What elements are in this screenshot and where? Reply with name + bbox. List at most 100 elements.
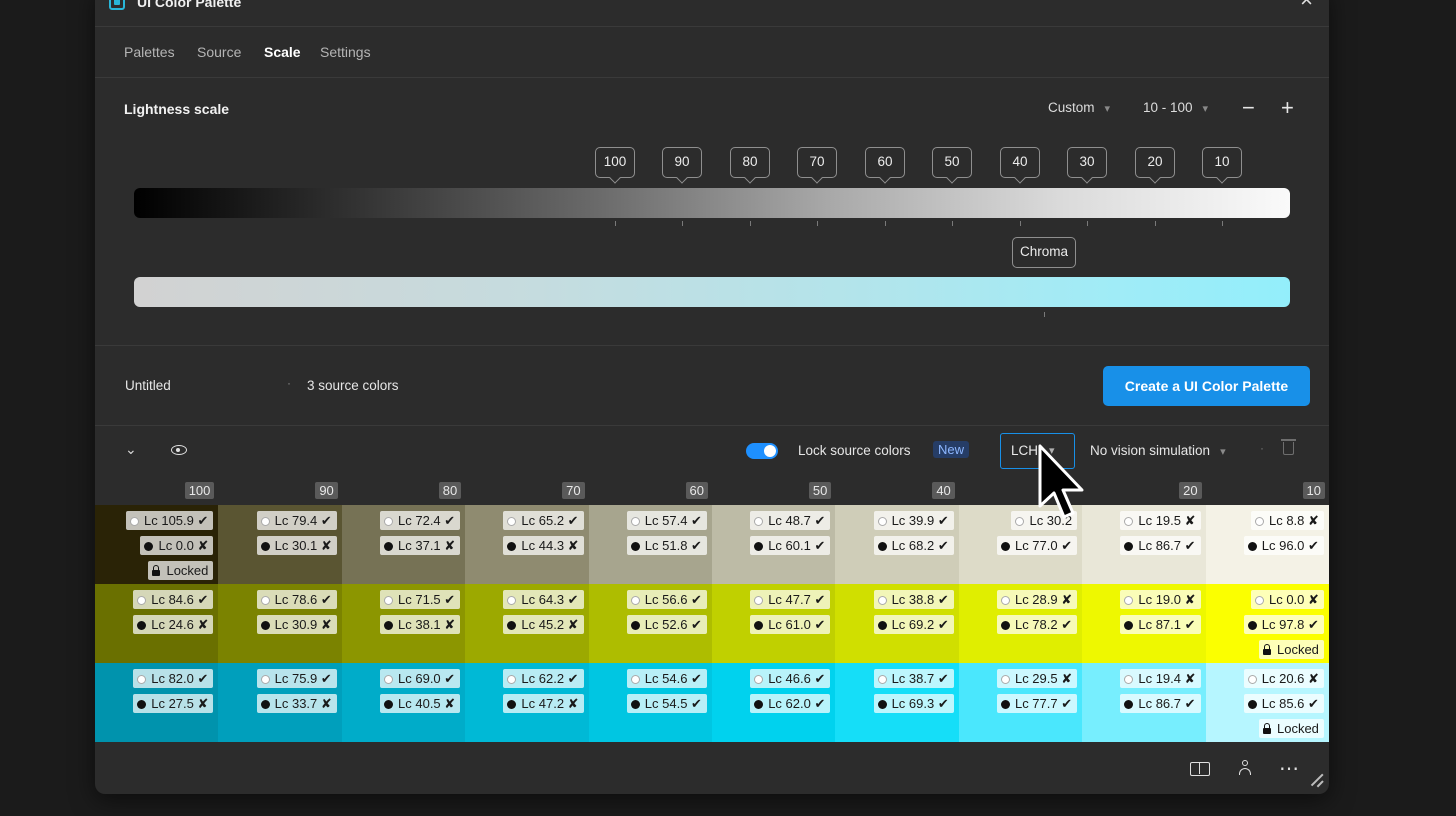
contrast-black-label: Lc 60.1 ✔ bbox=[750, 536, 831, 555]
contrast-black-label: Lc 51.8 ✔ bbox=[626, 536, 707, 555]
color-swatch[interactable]: Lc 28.9 ✘ Lc 78.2 ✔ bbox=[958, 584, 1083, 663]
color-swatch[interactable]: Lc 71.5 ✔ Lc 38.1 ✘ bbox=[341, 584, 466, 663]
color-swatch[interactable]: Lc 38.7 ✔ Lc 69.3 ✔ bbox=[835, 663, 959, 742]
contrast-black-value: Lc 68.2 ✔ bbox=[891, 538, 949, 553]
contrast-black-label: Lc 38.1 ✘ bbox=[380, 615, 461, 634]
contrast-white-label: Lc 38.8 ✔ bbox=[873, 590, 954, 609]
contrast-white-value: Lc 64.3 ✔ bbox=[521, 592, 579, 607]
grid-header-cell: 50 bbox=[712, 480, 835, 504]
lightness-gradient-bar[interactable] bbox=[134, 188, 1290, 218]
chroma-gradient-bar[interactable] bbox=[134, 277, 1290, 307]
vision-simulation-select[interactable]: No vision simulation ▾ bbox=[1090, 443, 1226, 458]
color-swatch[interactable]: Lc 62.2 ✔ Lc 47.2 ✘ bbox=[465, 663, 589, 742]
black-dot-icon bbox=[1247, 542, 1257, 551]
black-dot-icon bbox=[507, 621, 517, 630]
lock-icon bbox=[1262, 644, 1271, 655]
user-icon[interactable] bbox=[1239, 760, 1251, 776]
color-swatch[interactable]: Lc 19.5 ✘ Lc 86.7 ✔ bbox=[1082, 505, 1206, 584]
lightness-stop-70[interactable]: 70 bbox=[797, 147, 837, 178]
white-dot-icon bbox=[1124, 596, 1134, 605]
contrast-white-value: Lc 78.6 ✔ bbox=[274, 592, 332, 607]
lightness-stop-30[interactable]: 30 bbox=[1067, 147, 1107, 178]
color-swatch[interactable]: Lc 30.2 Lc 77.0 ✔ bbox=[958, 505, 1083, 584]
lightness-stop-40[interactable]: 40 bbox=[1000, 147, 1040, 178]
color-swatch[interactable]: Lc 72.4 ✔ Lc 37.1 ✘ bbox=[341, 505, 466, 584]
color-swatch[interactable]: Lc 84.6 ✔ Lc 24.6 ✘ bbox=[95, 584, 219, 663]
chroma-handle[interactable]: Chroma bbox=[1012, 237, 1076, 268]
white-dot-icon bbox=[630, 596, 640, 605]
lightness-stop-80[interactable]: 80 bbox=[730, 147, 770, 178]
grid-header-cell: 10 bbox=[1206, 480, 1329, 504]
color-swatch[interactable]: Lc 39.9 ✔ Lc 68.2 ✔ bbox=[835, 505, 959, 584]
color-swatch[interactable]: Lc 38.8 ✔ Lc 69.2 ✔ bbox=[835, 584, 959, 663]
black-dot-icon bbox=[630, 621, 640, 630]
more-icon[interactable]: ⋯ bbox=[1279, 756, 1300, 781]
white-dot-icon bbox=[1247, 675, 1257, 684]
color-swatch[interactable]: Lc 48.7 ✔ Lc 60.1 ✔ bbox=[711, 505, 836, 584]
white-dot-icon bbox=[137, 675, 147, 684]
color-swatch[interactable]: Lc 8.8 ✘ Lc 96.0 ✔ bbox=[1205, 505, 1329, 584]
scale-preset-dropdown[interactable]: Custom ▾ bbox=[1048, 100, 1110, 115]
lightness-stop-10[interactable]: 10 bbox=[1202, 147, 1242, 178]
tab-palettes[interactable]: Palettes bbox=[124, 44, 175, 60]
lightness-stop-50[interactable]: 50 bbox=[932, 147, 972, 178]
color-swatch[interactable]: Lc 19.0 ✘ Lc 87.1 ✔ bbox=[1082, 584, 1206, 663]
contrast-white-value: Lc 79.4 ✔ bbox=[274, 513, 332, 528]
remove-stop-button[interactable]: − bbox=[1242, 97, 1255, 119]
lightness-stop-100[interactable]: 100 bbox=[595, 147, 635, 178]
black-dot-icon bbox=[1000, 542, 1010, 551]
color-swatch[interactable]: Lc 46.6 ✔ Lc 62.0 ✔ bbox=[711, 663, 836, 742]
white-dot-icon bbox=[384, 517, 394, 526]
contrast-white-value: Lc 30.2 bbox=[1029, 513, 1073, 528]
color-swatch[interactable]: Lc 19.4 ✘ Lc 86.7 ✔ bbox=[1082, 663, 1206, 742]
lightness-tick bbox=[1020, 221, 1021, 226]
tab-source[interactable]: Source bbox=[197, 44, 241, 60]
contrast-white-label: Lc 0.0 ✘ bbox=[1250, 590, 1324, 609]
contrast-white-value: Lc 105.9 ✔ bbox=[144, 513, 209, 528]
contrast-black-label: Lc 86.7 ✔ bbox=[1120, 536, 1201, 555]
tab-scale[interactable]: Scale bbox=[264, 44, 301, 60]
color-space-select[interactable]: LCH ▾ bbox=[1000, 433, 1075, 469]
color-swatch[interactable]: Lc 105.9 ✔ Lc 0.0 ✘ Locked bbox=[95, 505, 219, 584]
lock-source-toggle[interactable] bbox=[746, 443, 778, 459]
add-stop-button[interactable]: + bbox=[1281, 97, 1294, 119]
color-swatch[interactable]: Lc 82.0 ✔ Lc 27.5 ✘ bbox=[95, 663, 219, 742]
book-icon[interactable] bbox=[1190, 762, 1210, 776]
black-dot-icon bbox=[507, 542, 517, 551]
color-swatch[interactable]: Lc 75.9 ✔ Lc 33.7 ✘ bbox=[218, 663, 342, 742]
color-swatch[interactable]: Lc 20.6 ✘ Lc 85.6 ✔ Locked bbox=[1205, 663, 1329, 742]
contrast-white-label: Lc 64.3 ✔ bbox=[503, 590, 584, 609]
color-swatch[interactable]: Lc 47.7 ✔ Lc 61.0 ✔ bbox=[711, 584, 836, 663]
color-swatch[interactable]: Lc 65.2 ✔ Lc 44.3 ✘ bbox=[465, 505, 589, 584]
color-swatch[interactable]: Lc 57.4 ✔ Lc 51.8 ✔ bbox=[588, 505, 712, 584]
lightness-stop-90[interactable]: 90 bbox=[662, 147, 702, 178]
black-dot-icon bbox=[384, 621, 394, 630]
black-dot-icon bbox=[1000, 700, 1010, 709]
color-swatch[interactable]: Lc 78.6 ✔ Lc 30.9 ✘ bbox=[218, 584, 342, 663]
contrast-black-value: Lc 78.2 ✔ bbox=[1014, 617, 1073, 632]
white-dot-icon bbox=[877, 596, 887, 605]
contrast-black-value: Lc 40.5 ✘ bbox=[398, 696, 456, 711]
palette-name[interactable]: Untitled bbox=[125, 378, 171, 393]
color-swatch[interactable]: Lc 54.6 ✔ Lc 54.5 ✔ bbox=[588, 663, 712, 742]
color-swatch[interactable]: Lc 29.5 ✘ Lc 77.7 ✔ bbox=[958, 663, 1083, 742]
lightness-stop-60[interactable]: 60 bbox=[865, 147, 905, 178]
contrast-black-value: Lc 86.7 ✔ bbox=[1138, 538, 1196, 553]
color-swatch[interactable]: Lc 56.6 ✔ Lc 52.6 ✔ bbox=[588, 584, 712, 663]
close-button[interactable]: × bbox=[1300, 0, 1313, 11]
grid-header-label: 10 bbox=[1302, 482, 1325, 499]
color-swatch[interactable]: Lc 0.0 ✘ Lc 97.8 ✔ Locked bbox=[1205, 584, 1329, 663]
contrast-black-label: Lc 61.0 ✔ bbox=[750, 615, 831, 634]
color-swatch[interactable]: Lc 79.4 ✔ Lc 30.1 ✘ bbox=[218, 505, 342, 584]
eye-icon[interactable] bbox=[171, 445, 187, 455]
create-palette-button[interactable]: Create a UI Color Palette bbox=[1103, 366, 1310, 406]
lightness-stop-20[interactable]: 20 bbox=[1135, 147, 1175, 178]
resize-handle-icon[interactable] bbox=[1309, 773, 1323, 787]
color-swatch[interactable]: Lc 64.3 ✔ Lc 45.2 ✘ bbox=[465, 584, 589, 663]
trash-icon[interactable] bbox=[1281, 439, 1296, 455]
contrast-black-value: Lc 30.1 ✘ bbox=[274, 538, 332, 553]
tab-settings[interactable]: Settings bbox=[320, 44, 371, 60]
color-swatch[interactable]: Lc 69.0 ✔ Lc 40.5 ✘ bbox=[341, 663, 466, 742]
collapse-chevron-icon[interactable]: ⌄ bbox=[125, 441, 137, 458]
scale-range-dropdown[interactable]: 10 - 100 ▾ bbox=[1143, 100, 1208, 115]
